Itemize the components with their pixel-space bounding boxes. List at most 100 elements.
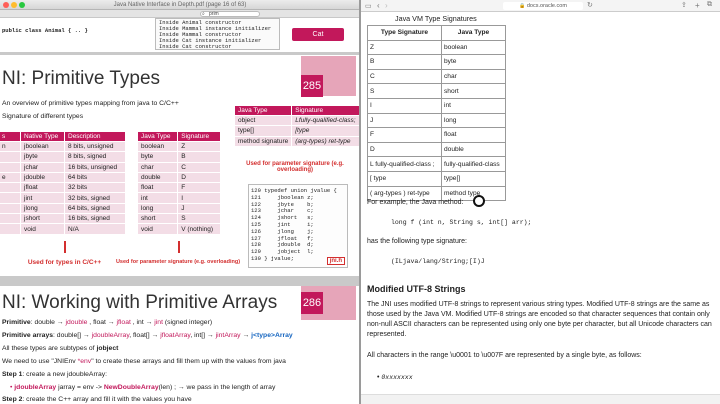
text-run: jfloat: [116, 319, 131, 326]
table-cell: V (nothing): [177, 223, 221, 235]
paragraph-line: The JNI uses modified UTF-8 strings to r…: [367, 301, 710, 308]
table-row: Ddouble: [367, 141, 506, 158]
new-tab-icon[interactable]: +: [695, 1, 700, 10]
table-row: Bbyte: [367, 54, 506, 70]
step1-bullet: • jdoubleArray jarray = env -> NewDouble…: [10, 384, 275, 391]
table-cell: L fully-qualified-class ;: [367, 156, 442, 172]
paragraph-line: non-null ASCII characters can be represe…: [367, 321, 712, 328]
table-cell: (arg-types) ret-type: [291, 135, 360, 147]
table-cell: fully-qualified-class: [441, 156, 506, 172]
text-run: : double →: [30, 319, 66, 326]
column-header: Java Type: [136, 131, 179, 142]
zoom-window-icon[interactable]: [19, 2, 25, 8]
slide-intro: An overview of primitive types mapping f…: [2, 100, 179, 107]
table-cell: n: [0, 140, 21, 153]
object-signature-table: Java Type Signature object Lfully-qualifi…: [233, 105, 360, 147]
table-cell: F: [367, 127, 442, 143]
text-run: jarray = env ->: [56, 384, 104, 391]
subtypes-line: All these types are subtypes of jobject: [2, 345, 118, 352]
table-cell: Lfully-qualified-class;: [291, 114, 360, 127]
table-cell: F: [177, 182, 221, 194]
arrow-down: [178, 241, 180, 253]
table-cell: int: [441, 97, 506, 114]
table-cell: boolean: [441, 39, 506, 56]
bullet-item: • 0xxxxxxx: [377, 374, 413, 381]
text-run: arrays: [32, 332, 54, 339]
bottom-fade: [361, 394, 720, 404]
table-row: jbyte 8 bits, signed: [0, 151, 126, 163]
primitive-arrays-line: Primitive arrays: double[] → jdoubleArra…: [2, 332, 293, 339]
table-row: Cchar: [367, 68, 506, 85]
table-cell: I: [177, 192, 221, 204]
sidebar-icon[interactable]: ▭: [365, 2, 372, 10]
jvalue-code-box: 120 typedef union jvalue {121 jboolean z…: [248, 184, 348, 268]
vm-type-signatures-table: Type Signature Java Type Zboolean Bbyte Cc…: [367, 25, 506, 202]
text-run: : create the C++ array and fill it with …: [22, 396, 192, 403]
search-text: prim: [209, 11, 219, 17]
table-cell: type[]: [441, 170, 506, 187]
arrow-down: [64, 241, 66, 253]
table-row: char C: [136, 161, 221, 173]
table-cell: [0, 223, 21, 235]
table-row: int I: [136, 192, 221, 204]
tabs-overview-icon[interactable]: ⧉: [707, 1, 712, 9]
table-cell: 32 bits: [64, 182, 126, 194]
minimize-window-icon[interactable]: [11, 2, 17, 8]
text-run: , int[] →: [190, 332, 216, 339]
back-icon[interactable]: ‹: [377, 1, 380, 10]
table-cell: e: [0, 171, 21, 184]
table-cell: boolean: [136, 140, 179, 153]
slide-285: 285 NI: Primitive Types An overview of p…: [0, 56, 360, 276]
table-cell: S: [367, 83, 442, 99]
search-input[interactable]: ⌕ prim: [200, 11, 260, 17]
text-run: jint: [154, 319, 163, 326]
text-run: jdoubleArray: [91, 332, 130, 339]
column-header: Signature: [291, 105, 360, 116]
slide-separator: [0, 276, 360, 286]
table-row: Iint: [367, 97, 506, 114]
text-run: →: [240, 332, 252, 339]
table-cell: [0, 182, 21, 194]
primitive-line: Primitive: double → jdouble , float → jf…: [2, 319, 212, 326]
table-row: boolean Z: [136, 140, 221, 153]
column-header: Type Signature: [367, 25, 442, 41]
table-cell: short: [441, 83, 506, 99]
table-cell: jint: [20, 192, 65, 204]
table-row: [ type type[]: [367, 170, 506, 187]
slide-286: 286 NI: Working with Primitive Arrays Pr…: [0, 286, 356, 404]
table-cell: jfloat: [20, 182, 65, 194]
text-run: " to create these arrays and fill them u…: [91, 358, 286, 365]
table-cell: void: [136, 223, 179, 235]
forward-icon[interactable]: ›: [385, 1, 388, 10]
table-row: short S: [136, 213, 221, 225]
reload-icon[interactable]: ↻: [587, 1, 593, 9]
output-box: Inside Animal constructor Inside Mammal …: [155, 18, 280, 50]
table-row: L fully-qualified-class ; fully-qualified…: [367, 156, 506, 172]
text-run: Step 2: [2, 396, 23, 403]
table-row: jshort 16 bits, signed: [0, 213, 126, 225]
lock-icon: 🔒: [519, 3, 526, 9]
prev-slide: public class Animal { .. } Inside Animal…: [0, 18, 356, 52]
table-cell: jbyte: [20, 151, 65, 163]
table-cell: jshort: [20, 213, 65, 225]
close-window-icon[interactable]: [3, 2, 9, 8]
step1-line: Step 1: create a new jdoubleArray:: [2, 371, 107, 378]
address-bar[interactable]: 🔒 docs.oracle.com: [503, 2, 583, 10]
column-header: Java Type: [441, 25, 506, 41]
table-row: jlong 64 bits, signed: [0, 202, 126, 215]
table-cell: 16 bits, signed: [64, 213, 126, 225]
browser-pane: ▭ ‹ › 🔒 docs.oracle.com ↻ ⇪ + ⧉ Java VM …: [361, 0, 720, 404]
table-row: void N/A: [0, 223, 126, 235]
table-cell: jboolean: [20, 140, 65, 153]
text-run: jobject: [96, 345, 119, 352]
share-icon[interactable]: ⇪: [681, 1, 687, 9]
column-header: s: [0, 131, 21, 142]
text-run: , float[] →: [129, 332, 161, 339]
table-cell: object: [233, 114, 293, 127]
section-heading: Modified UTF-8 Strings: [367, 284, 466, 294]
column-header: Native Type: [20, 131, 65, 142]
has-signature-text: has the following type signature:: [367, 238, 468, 245]
paragraph-line: represented.: [367, 331, 407, 338]
table-cell: 64 bits, signed: [64, 202, 126, 215]
table-row: type[] [type: [233, 125, 360, 137]
